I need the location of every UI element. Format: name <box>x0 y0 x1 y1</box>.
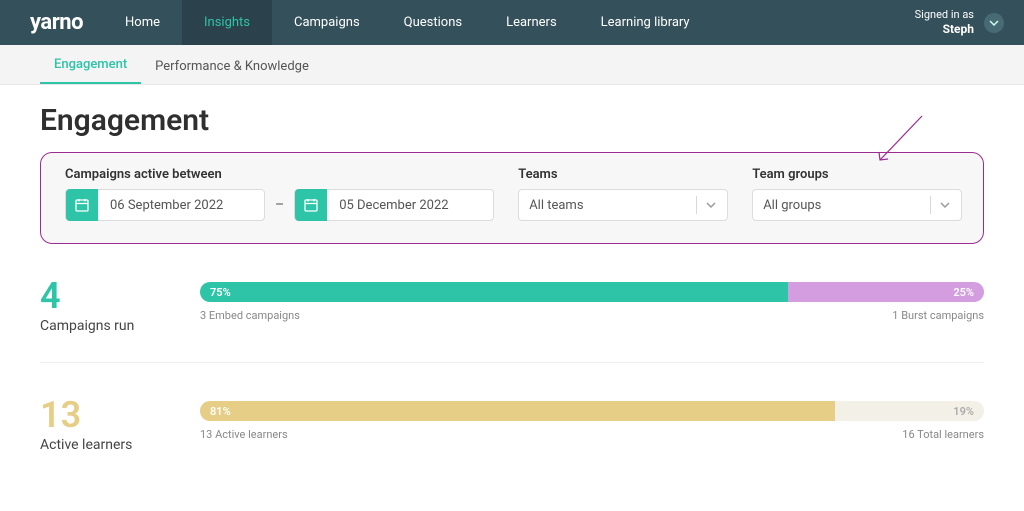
campaigns-bar: 75% 25% <box>200 282 984 302</box>
signed-in-user: Steph <box>915 22 974 37</box>
date-from-value: 06 September 2022 <box>98 198 235 213</box>
teams-filter-group: Teams All teams <box>518 167 728 221</box>
campaigns-bar-embed: 75% <box>200 282 788 302</box>
tab-engagement[interactable]: Engagement <box>40 47 141 84</box>
campaigns-bar-left-caption: 3 Embed campaigns <box>200 309 300 322</box>
learners-bar: 81% 19% <box>200 401 984 421</box>
page-title: Engagement <box>40 103 984 138</box>
active-learners-label: Active learners <box>40 437 170 453</box>
team-groups-filter-label: Team groups <box>752 167 962 182</box>
campaigns-run-value: 4 <box>40 278 170 314</box>
annotation-arrow <box>874 114 924 168</box>
teams-filter-label: Teams <box>518 167 728 182</box>
learners-bar-remainder: 19% <box>835 401 984 421</box>
date-filter-group: Campaigns active between 06 September 20… <box>65 167 494 221</box>
date-filter-label: Campaigns active between <box>65 167 494 182</box>
signed-in-label: Signed in as <box>915 8 974 22</box>
top-nav: yarno Home Insights Campaigns Questions … <box>0 0 1024 45</box>
brand-logo[interactable]: yarno <box>30 0 83 45</box>
user-menu-button[interactable] <box>984 13 1004 33</box>
signed-in-block: Signed in as Steph <box>915 0 974 45</box>
campaigns-bar-right-caption: 1 Burst campaigns <box>892 309 984 322</box>
stat-campaigns-run: 4 Campaigns run 75% 25% 3 Embed campaign… <box>40 278 984 363</box>
filter-panel: Campaigns active between 06 September 20… <box>40 152 984 244</box>
nav-learning-library[interactable]: Learning library <box>579 0 712 45</box>
nav-learners[interactable]: Learners <box>484 0 579 45</box>
chevron-down-icon <box>939 199 951 211</box>
calendar-icon <box>295 189 327 221</box>
chevron-down-icon <box>989 18 999 28</box>
stat-active-learners: 13 Active learners 81% 19% 13 Active lea… <box>40 397 984 481</box>
date-from-input[interactable]: 06 September 2022 <box>65 189 265 221</box>
nav-home[interactable]: Home <box>103 0 182 45</box>
calendar-icon <box>66 189 98 221</box>
teams-select-value: All teams <box>529 198 688 213</box>
team-groups-filter-group: Team groups All groups <box>752 167 962 221</box>
active-learners-value: 13 <box>40 397 170 433</box>
teams-select[interactable]: All teams <box>518 189 728 221</box>
nav-campaigns[interactable]: Campaigns <box>272 0 382 45</box>
campaigns-bar-burst: 25% <box>788 282 984 302</box>
date-range-separator: – <box>275 197 284 213</box>
learners-bar-active: 81% <box>200 401 835 421</box>
learners-bar-right-caption: 16 Total learners <box>902 428 984 441</box>
date-to-input[interactable]: 05 December 2022 <box>294 189 494 221</box>
nav-insights[interactable]: Insights <box>182 0 272 45</box>
chevron-down-icon <box>705 199 717 211</box>
tab-performance-knowledge[interactable]: Performance & Knowledge <box>141 49 323 84</box>
nav-questions[interactable]: Questions <box>382 0 484 45</box>
sub-nav: Engagement Performance & Knowledge <box>0 45 1024 85</box>
team-groups-select-value: All groups <box>763 198 922 213</box>
date-to-value: 05 December 2022 <box>327 198 460 213</box>
nav-items: Home Insights Campaigns Questions Learne… <box>103 0 712 45</box>
team-groups-select[interactable]: All groups <box>752 189 962 221</box>
content-area: Engagement Campaigns active between 06 S… <box>0 85 1024 511</box>
learners-bar-left-caption: 13 Active learners <box>200 428 288 441</box>
campaigns-run-label: Campaigns run <box>40 318 170 334</box>
